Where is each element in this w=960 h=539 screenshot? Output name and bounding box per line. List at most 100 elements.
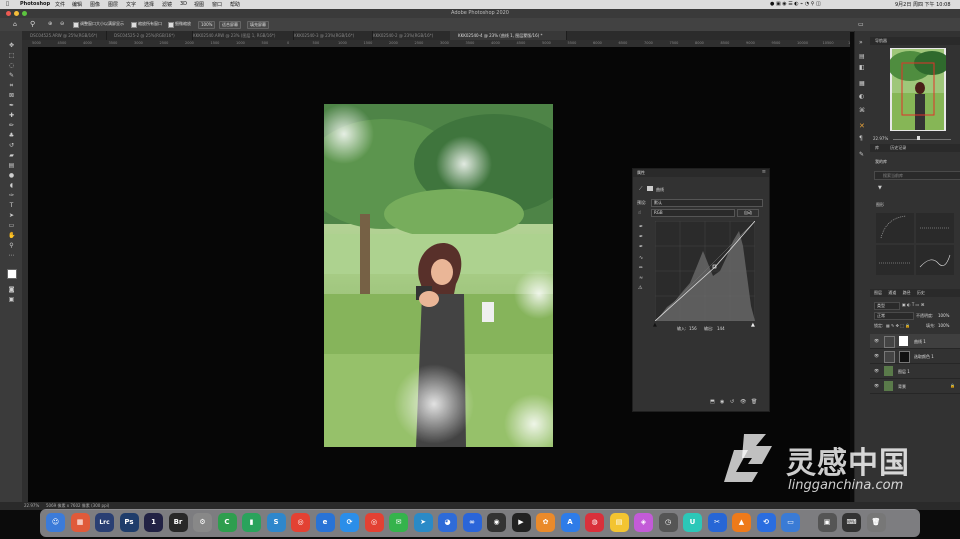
dock-icon-app-store[interactable]: A xyxy=(560,513,580,532)
dock-icon-vlc[interactable]: ▲ xyxy=(732,513,751,532)
brush-tool-icon[interactable]: ✏ xyxy=(8,122,15,129)
dock-icon-clock[interactable]: ◷ xyxy=(658,513,678,532)
adjustments-panel-icon[interactable]: ◐ xyxy=(859,93,864,100)
document-photo[interactable] xyxy=(324,104,553,447)
dock-icon-link[interactable]: ⟲ xyxy=(756,513,776,532)
menu-window[interactable]: 窗口 xyxy=(212,1,222,8)
dock-icon-1[interactable]: 1 xyxy=(144,513,163,532)
dock-icon-photos[interactable]: ✿ xyxy=(536,513,555,532)
eraser-tool-icon[interactable]: ▰ xyxy=(8,152,15,159)
screen-mode-icon[interactable]: ▣ xyxy=(8,296,15,303)
panel-menu-icon[interactable]: ≡ xyxy=(762,169,766,175)
stamp-tool-icon[interactable]: ♣ xyxy=(8,132,15,139)
reset-icon[interactable]: ↺ xyxy=(730,399,734,405)
layer-kind-filter[interactable]: 类型 xyxy=(874,302,900,310)
brush-panel-icon[interactable]: ✎ xyxy=(859,151,864,158)
layer-name[interactable]: 图层 1 xyxy=(898,369,910,375)
shape-tool-icon[interactable]: ▭ xyxy=(8,222,15,229)
menu-image[interactable]: 图像 xyxy=(90,1,100,8)
dock-icon-translate[interactable]: ⟳ xyxy=(340,513,359,532)
tab-document[interactable]: DSC04525.ARW @ 25%(RGB/16*) xyxy=(22,31,107,40)
output-value[interactable]: 144 xyxy=(717,326,725,331)
fill-value[interactable]: 100% xyxy=(938,323,949,328)
zoom-slider-thumb[interactable] xyxy=(917,136,920,140)
swatches-panel-icon[interactable]: ▦ xyxy=(859,80,865,87)
zoom-in-icon[interactable]: ⊕ xyxy=(48,21,52,27)
library-graphic-item[interactable] xyxy=(916,213,954,243)
home-icon[interactable]: ⌂ xyxy=(13,21,17,28)
dock-icon-notes[interactable]: ▤ xyxy=(609,513,629,532)
fit-screen-button[interactable]: 适合屏幕 xyxy=(219,21,241,29)
dodge-tool-icon[interactable]: ◖ xyxy=(8,182,15,189)
layer-name[interactable]: 曲线 1 xyxy=(914,339,926,345)
menu-filter[interactable]: 滤镜 xyxy=(162,1,172,8)
dock-icon-monitor[interactable]: ▣ xyxy=(817,513,837,532)
channel-select[interactable]: RGB xyxy=(651,209,735,217)
type-tool-icon[interactable]: T xyxy=(8,202,15,209)
libraries-panel-icon[interactable]: ⌘ xyxy=(859,107,865,114)
dock-icon-obs[interactable]: ◉ xyxy=(487,513,506,532)
dock-icon-rainbow[interactable]: ◈ xyxy=(634,513,653,532)
workspace-icon[interactable]: ▭ xyxy=(858,21,864,28)
library-graphic-item[interactable] xyxy=(876,245,914,275)
tab-layers[interactable]: 图层 xyxy=(874,290,882,295)
layer-filter-icons[interactable]: ▣ ◐ T ▭ ⌘ xyxy=(902,302,925,307)
resize-windows-checkbox[interactable] xyxy=(73,22,79,28)
library-graphic-item[interactable] xyxy=(876,213,914,243)
dock-icon-iterm[interactable]: ▶ xyxy=(511,513,531,532)
dock-icon-edge[interactable]: e xyxy=(315,513,335,532)
apple-icon[interactable]:  xyxy=(6,1,9,7)
library-graphic-item[interactable] xyxy=(916,245,954,275)
layer-row-selective-color[interactable]: 👁 选取颜色 1 xyxy=(870,349,960,364)
layer-mask-thumb[interactable] xyxy=(899,336,908,346)
dock-icon-finder[interactable]: ☺ xyxy=(46,513,65,532)
zoom-icon[interactable]: ⚲ xyxy=(8,242,15,249)
navigator-preview[interactable] xyxy=(888,48,950,131)
view-previous-icon[interactable]: ◉ xyxy=(720,399,724,405)
layer-name[interactable]: 背景 xyxy=(898,384,906,390)
history-tab[interactable]: 历史记录 xyxy=(890,145,906,150)
curve-edit-icon[interactable]: ∿ xyxy=(639,255,643,261)
lasso-tool-icon[interactable]: ◌ xyxy=(8,62,15,69)
menu-app[interactable]: Photoshop xyxy=(20,1,50,7)
visibility-eye-icon[interactable]: 👁 xyxy=(874,383,879,388)
layer-name[interactable]: 选取颜色 1 xyxy=(914,354,934,360)
lock-icons[interactable]: ▦ ✎ ✥ ⬚ 🔒 xyxy=(886,323,910,328)
tab-history[interactable]: 历史 xyxy=(917,290,925,295)
collapse-icon[interactable]: » xyxy=(859,39,863,46)
clip-to-layer-icon[interactable]: ⬒ xyxy=(710,399,715,405)
library-name[interactable]: 我的库 xyxy=(875,159,887,165)
menu-select[interactable]: 选择 xyxy=(144,1,154,8)
color-panel-icon[interactable]: ◧ xyxy=(859,64,865,71)
quick-mask-icon[interactable]: ◙ xyxy=(8,286,15,293)
dock-icon-br[interactable]: Br xyxy=(168,513,188,532)
tools-x-icon[interactable]: ✕ xyxy=(859,122,865,130)
fill-screen-button[interactable]: 填充屏幕 xyxy=(247,21,269,29)
visibility-eye-icon[interactable]: 👁 xyxy=(874,353,879,358)
auto-button[interactable]: 自动 xyxy=(737,209,759,217)
blur-tool-icon[interactable]: ● xyxy=(8,172,15,179)
zoom-all-checkbox[interactable] xyxy=(131,22,137,28)
tab-paths[interactable]: 路径 xyxy=(903,290,911,295)
scrubby-checkbox[interactable] xyxy=(168,22,174,28)
tab-document[interactable]: KKK02540.ARW @ 23% (图层 1, RGB/16*) xyxy=(185,31,294,40)
dock-icon-folder[interactable]: ▭ xyxy=(781,513,800,532)
libraries-tab[interactable]: 库 xyxy=(875,145,879,150)
dock-icon-capture[interactable]: ✂ xyxy=(707,513,727,532)
pencil-draw-icon[interactable]: ✏ xyxy=(639,265,643,271)
dock-icon-numbers[interactable]: ▮ xyxy=(242,513,261,532)
eyedropper-black-icon[interactable]: ✒ xyxy=(639,224,643,230)
menu-edit[interactable]: 编辑 xyxy=(72,1,82,8)
menubar-clock[interactable]: 9月2日 周四 下午 10:08 xyxy=(895,1,951,8)
tab-document[interactable]: KKK02540-2 @ 23%(RGB/16*) xyxy=(365,31,458,40)
zoom-tool-icon[interactable]: ⚲ xyxy=(30,20,35,28)
gradient-tool-icon[interactable]: ▤ xyxy=(8,162,15,169)
layer-row-background[interactable]: 👁 背景 🔒 xyxy=(870,379,960,394)
menu-view[interactable]: 视图 xyxy=(194,1,204,8)
foreground-color-swatch[interactable] xyxy=(7,269,17,279)
dock-icon-chrome[interactable]: ◎ xyxy=(291,513,310,532)
history-brush-icon[interactable]: ↺ xyxy=(8,142,15,149)
smooth-icon[interactable]: ≈ xyxy=(639,275,643,281)
menu-type[interactable]: 文字 xyxy=(126,1,136,8)
tab-channels[interactable]: 通道 xyxy=(888,290,896,295)
